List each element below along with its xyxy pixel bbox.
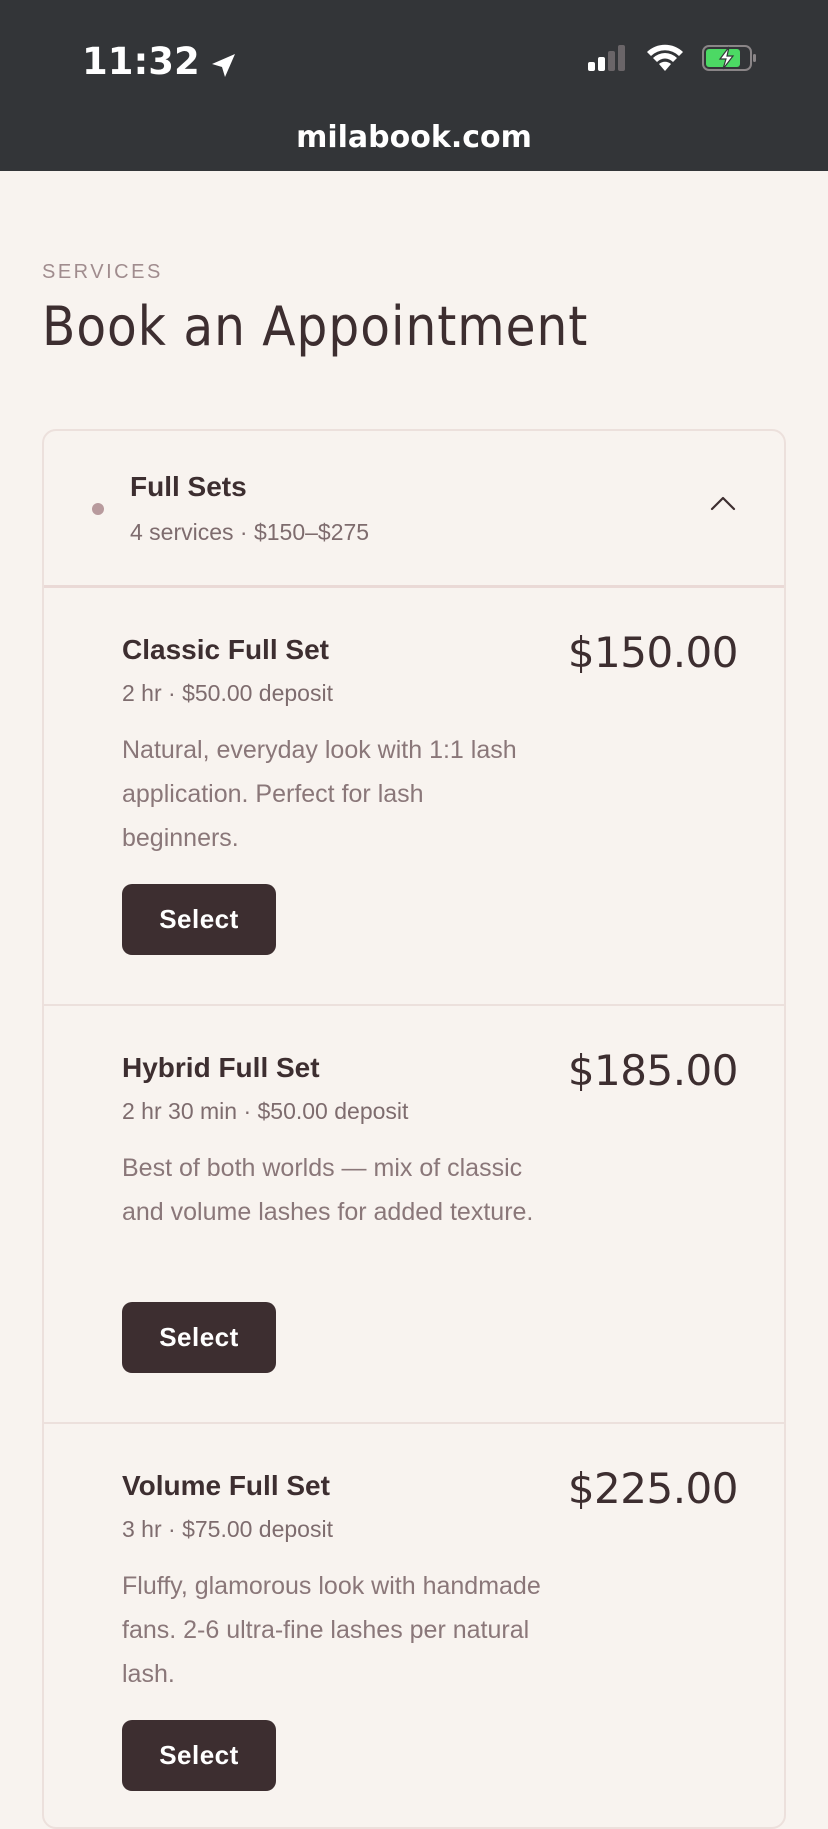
wifi-icon — [646, 44, 684, 77]
select-button[interactable]: Select — [122, 884, 276, 955]
category-card: Full Sets 4 services · $150–$275 Classic… — [42, 429, 786, 1829]
category-header[interactable]: Full Sets 4 services · $150–$275 — [44, 431, 784, 588]
service-item: Classic Full Set 2 hr · $50.00 deposit N… — [44, 588, 784, 1006]
service-meta: 3 hr · $75.00 deposit — [122, 1516, 333, 1542]
service-price: $185.00 — [567, 1046, 739, 1095]
service-name: Classic Full Set — [122, 634, 329, 665]
status-time: 11:32 — [82, 40, 238, 83]
category-dot — [92, 503, 104, 515]
battery-charging-icon — [702, 44, 758, 77]
status-bar: 11:32 milabook.com — [0, 0, 828, 171]
service-price: $150.00 — [567, 628, 739, 677]
select-button[interactable]: Select — [122, 1302, 276, 1373]
select-button[interactable]: Select — [122, 1720, 276, 1791]
cellular-signal-icon — [588, 44, 628, 77]
category-meta: 4 services · $150–$275 — [130, 519, 370, 545]
service-description: Best of both worlds — mix of classic and… — [122, 1154, 534, 1226]
service-meta: 2 hr 30 min · $50.00 deposit — [122, 1098, 409, 1124]
location-arrow-icon — [208, 47, 238, 77]
service-description: Fluffy, glamorous look with handmade fan… — [122, 1572, 541, 1688]
category-name: Full Sets — [130, 471, 247, 502]
service-description: Natural, everyday look with 1:1 lash app… — [122, 736, 517, 852]
service-name: Volume Full Set — [122, 1470, 330, 1501]
service-item: Hybrid Full Set 2 hr 30 min · $50.00 dep… — [44, 1006, 784, 1424]
browser-url[interactable]: milabook.com — [0, 120, 828, 155]
service-item: Volume Full Set 3 hr · $75.00 deposit Fl… — [44, 1424, 784, 1827]
time-label: 11:32 — [82, 40, 200, 83]
chevron-up-icon[interactable] — [710, 495, 736, 511]
status-icons — [588, 44, 758, 77]
section-eyebrow: SERVICES — [42, 261, 163, 283]
service-name: Hybrid Full Set — [122, 1052, 320, 1083]
page-title: Book an Appointment — [42, 295, 589, 358]
service-meta: 2 hr · $50.00 deposit — [122, 680, 333, 706]
service-price: $225.00 — [567, 1464, 739, 1513]
